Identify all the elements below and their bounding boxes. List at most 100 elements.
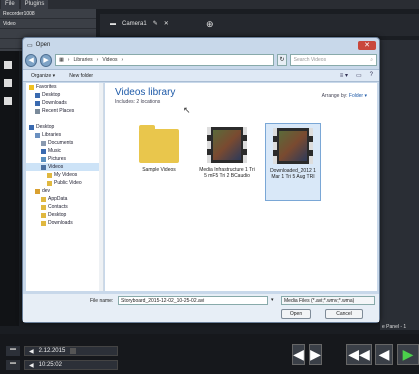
folder-icon bbox=[41, 220, 46, 226]
music-icon bbox=[41, 148, 46, 154]
nav-item[interactable]: Desktop bbox=[26, 123, 103, 131]
frame-back-button[interactable]: ◀ bbox=[292, 344, 305, 365]
desktop-icon bbox=[35, 92, 40, 98]
forward-button[interactable]: ▶ bbox=[40, 53, 53, 67]
rewind-button[interactable]: ◀◀ bbox=[346, 344, 372, 365]
nav-item[interactable]: Public Video bbox=[26, 179, 103, 187]
arrange-by-label: Arrange by: bbox=[321, 93, 348, 99]
file-name: Media Infrastructure 1 Tri 5 mF5 Tri 2 B… bbox=[199, 167, 255, 179]
folder-icon bbox=[41, 212, 46, 218]
organize-button[interactable]: Organize ▾ bbox=[31, 73, 55, 79]
back-button[interactable]: ◀ bbox=[25, 53, 38, 67]
folder-icon bbox=[47, 172, 52, 178]
file-type-filter[interactable]: Media Files (*.avi;*.wmv;*.wma) bbox=[281, 296, 375, 305]
arrange-by[interactable]: Arrange by: Folder ▾ bbox=[322, 93, 367, 99]
nav-item[interactable]: dev bbox=[26, 187, 103, 195]
folder-icon bbox=[41, 204, 46, 210]
nav-item-label: Documents bbox=[48, 140, 74, 146]
menu-file[interactable]: File bbox=[1, 0, 19, 9]
nav-item[interactable]: Desktop bbox=[26, 91, 103, 99]
dialog-footer: File name: Storyboard_2015-12-02_10-25-0… bbox=[23, 294, 379, 322]
tool-icon[interactable] bbox=[4, 97, 12, 105]
left-toolstrip bbox=[0, 51, 19, 326]
breadcrumb-videos[interactable]: Videos bbox=[102, 57, 117, 63]
nav-item-label: Favorites bbox=[36, 84, 57, 90]
step-back-button[interactable]: ◀ bbox=[375, 344, 393, 365]
user-folder-icon bbox=[35, 188, 40, 194]
tab-camera[interactable]: ▬ Camera1 ✎ ✕ bbox=[110, 20, 169, 28]
nav-item[interactable]: Recent Places bbox=[26, 107, 103, 115]
nav-item-label: Videos bbox=[48, 164, 64, 170]
frame-forward-button[interactable]: ▶ bbox=[309, 344, 322, 365]
nav-item[interactable]: Pictures bbox=[26, 155, 103, 163]
prev-day-icon[interactable]: ◀ bbox=[29, 348, 34, 355]
library-locations[interactable]: Includes: 2 locations bbox=[115, 99, 160, 105]
file-item-video[interactable]: Media Infrastructure 1 Tri 5 mF5 Tri 2 B… bbox=[199, 123, 255, 201]
help-button[interactable]: ? bbox=[370, 72, 373, 79]
libraries-icon bbox=[35, 132, 40, 138]
file-item-video-selected[interactable]: Downloaded_2012 1 Mar 1 Tri 5 Aug TRI bbox=[265, 123, 321, 201]
video-row[interactable]: Video bbox=[0, 19, 96, 29]
play-button[interactable]: ▶ bbox=[397, 344, 419, 365]
chevron-down-icon[interactable]: ▾ bbox=[271, 297, 274, 303]
nav-item[interactable] bbox=[26, 115, 103, 123]
search-input[interactable]: Search Videos ⌕ bbox=[289, 54, 377, 66]
arrange-by-value[interactable]: Folder ▾ bbox=[349, 93, 367, 99]
nav-item[interactable]: Downloads bbox=[26, 99, 103, 107]
calendar-icon[interactable] bbox=[70, 348, 77, 354]
documents-icon bbox=[41, 140, 46, 146]
tool-icon[interactable] bbox=[4, 61, 12, 69]
library-locations-label: Includes: 2 locations bbox=[115, 99, 161, 105]
recorder-row[interactable]: Recorder1008 bbox=[0, 9, 96, 19]
breadcrumb-separator: › bbox=[121, 57, 124, 63]
preview-pane-icon[interactable]: ▭ bbox=[356, 72, 362, 79]
close-button[interactable]: ✕ bbox=[358, 41, 376, 50]
nav-item[interactable]: My Videos bbox=[26, 171, 103, 179]
file-name-input[interactable]: Storyboard_2015-12-02_10-25-02.avi bbox=[118, 296, 268, 305]
nav-item[interactable]: Libraries bbox=[26, 131, 103, 139]
prev-time-icon[interactable]: ◀ bbox=[29, 362, 34, 369]
view-options-button[interactable]: ≡ ▾ bbox=[340, 72, 348, 79]
nav-item[interactable]: Favorites bbox=[26, 83, 103, 91]
nav-item[interactable]: AppData bbox=[26, 195, 103, 203]
cancel-button[interactable]: Cancel bbox=[325, 309, 363, 319]
file-item-sample-videos[interactable]: Sample Videos bbox=[131, 123, 187, 201]
app-menubar: File Plugins bbox=[0, 0, 419, 9]
nav-item-label: Pictures bbox=[48, 156, 67, 162]
nav-item[interactable]: Documents bbox=[26, 139, 103, 147]
menu-plugins[interactable]: Plugins bbox=[20, 0, 49, 9]
add-tab-icon[interactable]: ⊕ bbox=[206, 19, 214, 30]
time-value: 10:25:02 bbox=[38, 362, 62, 368]
navigation-scrollbar[interactable] bbox=[99, 83, 103, 291]
nav-item[interactable]: Downloads bbox=[26, 219, 103, 227]
search-placeholder: Search Videos bbox=[293, 57, 327, 63]
nav-item-label: Desktop bbox=[36, 124, 55, 130]
dialog-title: Open bbox=[35, 42, 51, 48]
window-icon: ▭ bbox=[27, 42, 33, 49]
breadcrumb-libraries[interactable]: Libraries bbox=[73, 57, 92, 63]
time-field[interactable]: ◀ 10:25:02 bbox=[24, 360, 118, 370]
date-field[interactable]: ◀ 2.12.2015 bbox=[24, 346, 118, 356]
nav-item-label: Downloads bbox=[48, 220, 73, 226]
tool-icon[interactable] bbox=[4, 79, 12, 87]
nav-item[interactable]: Contacts bbox=[26, 203, 103, 211]
breadcrumb-separator: › bbox=[67, 57, 70, 63]
desktop-icon bbox=[29, 124, 34, 130]
nav-item[interactable]: Videos bbox=[26, 163, 103, 171]
nav-item-label: AppData bbox=[48, 196, 68, 202]
nav-item-label: Desktop bbox=[48, 212, 67, 218]
nav-item[interactable]: Music bbox=[26, 147, 103, 155]
new-folder-button[interactable]: New folder bbox=[69, 73, 93, 79]
videos-icon bbox=[41, 164, 46, 170]
date-side-button[interactable]: ▬ bbox=[6, 346, 20, 356]
library-icon: ▦ bbox=[59, 57, 64, 63]
edit-icon[interactable]: ✎ bbox=[153, 20, 158, 27]
refresh-button[interactable]: ↻ bbox=[277, 54, 287, 66]
nav-item[interactable]: Desktop bbox=[26, 211, 103, 219]
close-tab-icon[interactable]: ✕ bbox=[164, 20, 169, 27]
folder-icon bbox=[47, 180, 52, 186]
time-side-button[interactable]: ▬ bbox=[6, 360, 20, 370]
open-button[interactable]: Open bbox=[281, 309, 311, 319]
address-bar[interactable]: ▦ › Libraries › Videos › bbox=[55, 54, 275, 66]
nav-item-label: Public Video bbox=[54, 180, 82, 186]
